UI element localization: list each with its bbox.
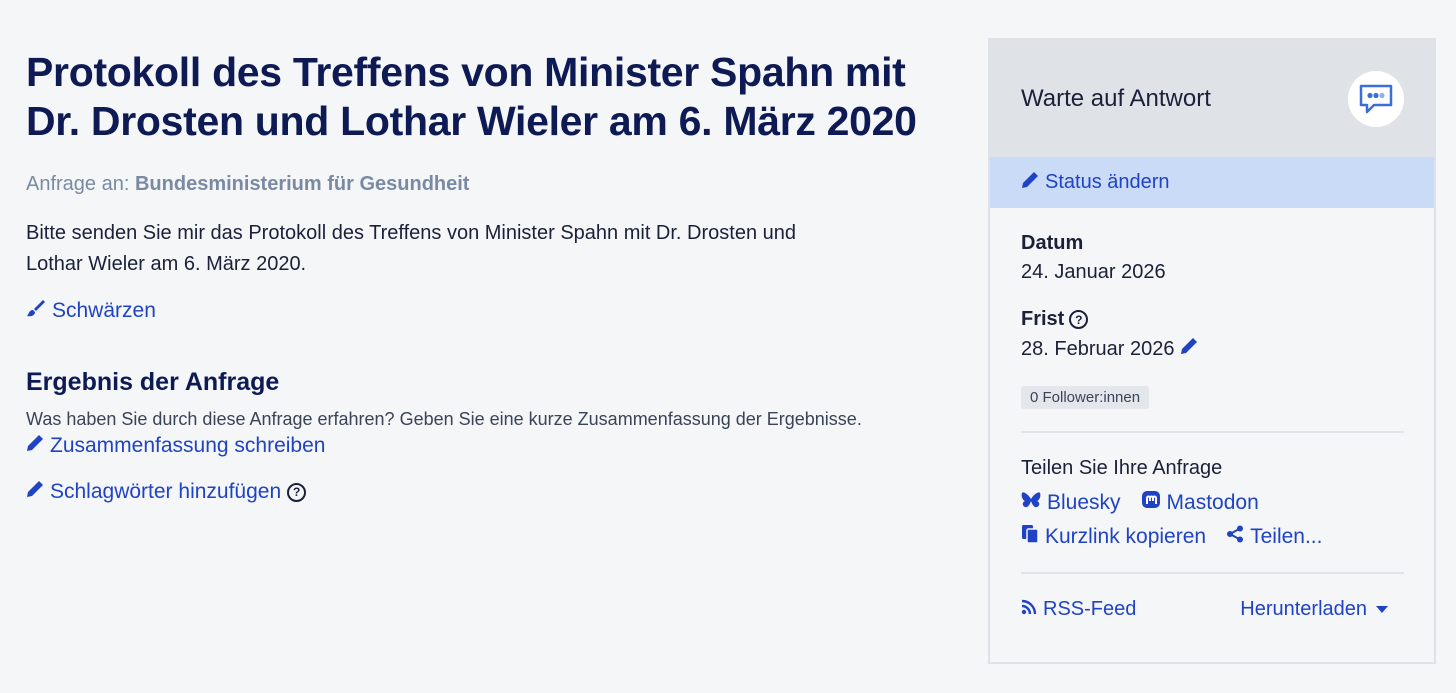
share-icon xyxy=(1226,525,1244,549)
rss-feed-link[interactable]: RSS-Feed xyxy=(1021,598,1136,621)
copy-shortlink-label: Kurzlink kopieren xyxy=(1045,525,1207,548)
deadline-label-row: Frist ? xyxy=(1021,308,1404,331)
question-icon[interactable]: ? xyxy=(287,482,307,502)
add-tags-link[interactable]: Schlagwörter hinzufügen ? xyxy=(26,480,946,504)
result-hint: Was haben Sie durch diese Anfrage erfahr… xyxy=(26,409,862,429)
mastodon-icon xyxy=(1141,490,1161,516)
copy-shortlink-link[interactable]: Kurzlink kopieren xyxy=(1021,524,1206,550)
change-status-label: Status ändern xyxy=(1045,171,1170,193)
mastodon-label: Mastodon xyxy=(1166,491,1259,514)
redact-link[interactable]: Schwärzen xyxy=(26,298,946,324)
share-more-link[interactable]: Teilen... xyxy=(1226,524,1322,550)
recipient-label: Anfrage an: xyxy=(26,173,130,195)
main-content: Protokoll des Treffens von Minister Spah… xyxy=(26,48,946,504)
deadline-row: 28. Februar 2026 xyxy=(1021,337,1404,361)
date-value: 24. Januar 2026 xyxy=(1021,261,1166,283)
rss-icon xyxy=(1021,598,1037,621)
share-title: Teilen Sie Ihre Anfrage xyxy=(1021,457,1223,479)
share-row-1: Bluesky Mastodon xyxy=(1021,490,1404,516)
share-more-label: Teilen... xyxy=(1250,525,1323,548)
redact-label: Schwärzen xyxy=(52,299,156,322)
page-title: Protokoll des Treffens von Minister Spah… xyxy=(26,49,917,144)
followers-badge: 0 Follower:innen xyxy=(1021,386,1150,409)
deadline-value: 28. Februar 2026 xyxy=(1021,337,1175,360)
caret-down-icon xyxy=(1376,606,1388,613)
share-row-2: Kurzlink kopieren Teilen... xyxy=(1021,524,1404,550)
question-icon[interactable]: ? xyxy=(1069,310,1089,329)
download-dropdown[interactable]: Herunterladen xyxy=(1240,598,1388,621)
speech-bubble-icon xyxy=(1348,70,1404,127)
pencil-icon xyxy=(1021,171,1039,195)
deadline-label: Frist xyxy=(1021,308,1065,330)
recipient-line: Anfrage an: Bundesministerium für Gesund… xyxy=(26,173,946,196)
status-text: Warte auf Antwort xyxy=(1021,84,1211,112)
rss-feed-label: RSS-Feed xyxy=(1043,598,1137,620)
divider xyxy=(1021,572,1404,574)
share-mastodon-link[interactable]: Mastodon xyxy=(1141,490,1259,516)
write-summary-link[interactable]: Zusammenfassung schreiben xyxy=(26,434,946,458)
pencil-icon[interactable] xyxy=(1180,337,1198,361)
download-label: Herunterladen xyxy=(1240,598,1367,620)
pencil-icon xyxy=(26,434,44,458)
status-header: Warte auf Antwort xyxy=(990,40,1434,157)
card-footer: RSS-Feed Herunterladen xyxy=(1021,598,1404,621)
change-status-button[interactable]: Status ändern xyxy=(990,157,1434,208)
share-bluesky-link[interactable]: Bluesky xyxy=(1021,490,1121,516)
brush-icon xyxy=(26,298,46,324)
copy-icon xyxy=(1021,524,1039,550)
add-tags-label: Schlagwörter hinzufügen xyxy=(50,480,282,503)
bluesky-icon xyxy=(1021,491,1041,515)
bluesky-label: Bluesky xyxy=(1047,491,1121,514)
status-card: Warte auf Antwort Status ändern Datum 24… xyxy=(988,38,1436,664)
card-body: Datum 24. Januar 2026 Frist ? 28. Februa… xyxy=(990,232,1434,621)
recipient-name[interactable]: Bundesministerium für Gesundheit xyxy=(135,173,469,195)
result-heading: Ergebnis der Anfrage xyxy=(26,368,280,396)
request-body: Bitte senden Sie mir das Protokoll des T… xyxy=(26,222,796,275)
pencil-icon xyxy=(26,480,44,504)
write-summary-label: Zusammenfassung schreiben xyxy=(50,434,326,457)
divider xyxy=(1021,431,1404,433)
date-label: Datum xyxy=(1021,232,1084,254)
